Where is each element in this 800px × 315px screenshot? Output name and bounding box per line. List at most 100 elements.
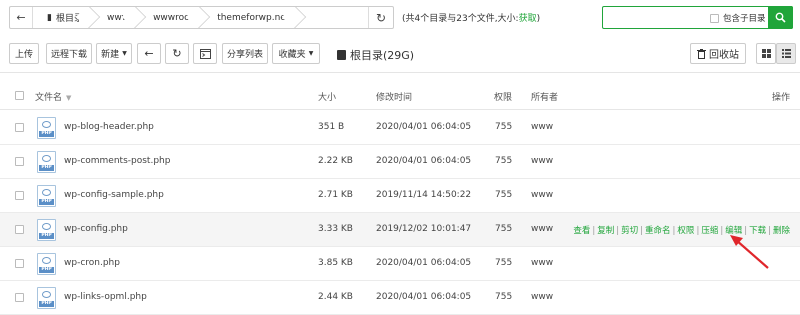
- breadcrumb-www[interactable]: www: [92, 7, 140, 28]
- column-size[interactable]: 大小: [318, 90, 336, 103]
- disk-icon: [337, 50, 346, 60]
- file-mtime: 2020/04/01 06:04:05: [376, 292, 472, 302]
- grid-view-button[interactable]: [756, 43, 776, 64]
- ops-separator: |: [696, 226, 700, 236]
- table-header: 文件名 ▼ 大小 修改时间 权限 所有者 操作: [0, 80, 800, 110]
- include-subdir-checkbox[interactable]: [710, 13, 719, 23]
- file-permission[interactable]: 755: [495, 190, 512, 200]
- php-file-icon: PHP: [37, 117, 56, 139]
- row-checkbox[interactable]: [15, 293, 24, 302]
- file-size: 3.85 KB: [318, 258, 353, 268]
- row-checkbox[interactable]: [15, 225, 24, 234]
- share-list-button[interactable]: 分享列表: [222, 43, 268, 64]
- file-permission[interactable]: 755: [495, 224, 512, 234]
- op-link-3[interactable]: 重命名: [645, 226, 671, 236]
- file-name[interactable]: wp-comments-post.php: [64, 156, 170, 166]
- terminal-icon: [199, 48, 211, 59]
- file-permission[interactable]: 755: [495, 122, 512, 132]
- upload-label: 上传: [14, 50, 33, 60]
- path-bar: ← ▮ 根目录 www wwwroot themeforwp.net ↻: [9, 6, 394, 29]
- breadcrumb-wwwroot[interactable]: wwwroot: [139, 7, 204, 28]
- file-size: 2.71 KB: [318, 190, 353, 200]
- file-permission[interactable]: 755: [495, 258, 512, 268]
- php-file-icon: PHP: [37, 253, 56, 275]
- row-checkbox[interactable]: [15, 191, 24, 200]
- get-size-link[interactable]: 获取: [519, 14, 537, 24]
- file-size: 2.22 KB: [318, 156, 353, 166]
- row-checkbox[interactable]: [15, 259, 24, 268]
- column-mtime[interactable]: 修改时间: [376, 90, 412, 103]
- column-name[interactable]: 文件名 ▼: [35, 90, 71, 103]
- op-link-1[interactable]: 复制: [597, 226, 614, 236]
- search-icon: [775, 12, 786, 23]
- file-size: 3.33 KB: [318, 224, 353, 234]
- op-link-8[interactable]: 删除: [773, 226, 790, 236]
- file-permission[interactable]: 755: [495, 156, 512, 166]
- breadcrumb-label: 根目录: [55, 14, 83, 24]
- ops-separator: |: [592, 226, 596, 236]
- file-type-badge: PHP: [39, 131, 54, 137]
- path-input[interactable]: [299, 7, 368, 28]
- select-all-checkbox[interactable]: [15, 91, 24, 100]
- row-checkbox[interactable]: [15, 157, 24, 166]
- breadcrumb-root[interactable]: ▮ 根目录: [33, 7, 93, 28]
- file-name[interactable]: wp-links-opml.php: [64, 292, 147, 302]
- file-owner: www: [531, 190, 554, 200]
- column-permission[interactable]: 权限: [494, 90, 512, 103]
- file-type-badge: PHP: [39, 267, 54, 273]
- file-name[interactable]: wp-cron.php: [64, 258, 120, 268]
- include-subdir-toggle[interactable]: 包含子目录: [710, 12, 766, 24]
- breadcrumb-label: wwwroot: [153, 12, 194, 23]
- breadcrumb-label: themeforwp.net: [217, 12, 290, 23]
- share-list-label: 分享列表: [226, 50, 263, 60]
- breadcrumb-site[interactable]: themeforwp.net: [203, 7, 300, 28]
- ops-separator: |: [616, 226, 620, 236]
- table-row[interactable]: PHP wp-links-opml.php 2.44 KB 2020/04/01 06…: [0, 281, 800, 315]
- file-name[interactable]: wp-config-sample.php: [64, 190, 164, 200]
- back-button[interactable]: ←: [137, 43, 161, 64]
- new-dropdown-button[interactable]: 新建 ▼: [96, 43, 132, 64]
- disk-selector[interactable]: 根目录(29G): [337, 47, 414, 63]
- file-type-badge: PHP: [39, 199, 54, 205]
- directory-summary: (共4个目录与23个文件,大小:获取): [402, 11, 540, 24]
- table-row[interactable]: PHP wp-cron.php 3.85 KB 2020/04/01 06:04:05…: [0, 247, 800, 281]
- file-owner: www: [531, 258, 554, 268]
- column-owner[interactable]: 所有者: [531, 90, 558, 103]
- search-input[interactable]: 包含子目录: [602, 6, 793, 29]
- row-checkbox[interactable]: [15, 123, 24, 132]
- recycle-label: 回收站: [709, 50, 739, 61]
- op-link-4[interactable]: 权限: [677, 226, 694, 236]
- php-file-icon: PHP: [37, 151, 56, 173]
- terminal-button[interactable]: [193, 43, 217, 64]
- folder-icon: ▮: [47, 12, 52, 23]
- op-link-2[interactable]: 剪切: [621, 226, 638, 236]
- caret-down-icon: ▼: [308, 50, 314, 57]
- search-button[interactable]: [768, 6, 793, 29]
- list-icon: [781, 49, 791, 58]
- favorites-dropdown-button[interactable]: 收藏夹 ▼: [272, 43, 320, 64]
- op-link-0[interactable]: 查看: [573, 226, 590, 236]
- remote-download-label: 远程下载: [50, 50, 87, 60]
- back-arrow-icon[interactable]: ←: [10, 7, 33, 28]
- php-file-icon: PHP: [37, 185, 56, 207]
- table-row[interactable]: PHP wp-comments-post.php 2.22 KB 2020/04/01…: [0, 145, 800, 179]
- refresh-button[interactable]: ↻: [165, 43, 189, 64]
- table-row[interactable]: PHP wp-config.php 3.33 KB 2019/12/02 10:01:…: [0, 213, 800, 247]
- column-operations: 操作: [772, 93, 791, 103]
- table-row[interactable]: PHP wp-config-sample.php 2.71 KB 2019/11/14…: [0, 179, 800, 213]
- file-mtime: 2019/11/14 14:50:22: [376, 190, 472, 200]
- remote-download-button[interactable]: 远程下载: [46, 43, 92, 64]
- file-name[interactable]: wp-config.php: [64, 224, 128, 234]
- list-view-button[interactable]: [776, 43, 796, 64]
- file-permission[interactable]: 755: [495, 292, 512, 302]
- file-mtime: 2020/04/01 06:04:05: [376, 156, 472, 166]
- file-type-badge: PHP: [39, 233, 54, 239]
- breadcrumb-label: www: [106, 12, 130, 23]
- file-size: 2.44 KB: [318, 292, 353, 302]
- ops-separator: |: [640, 226, 644, 236]
- table-row[interactable]: PHP wp-blog-header.php 351 B 2020/04/01 06:…: [0, 111, 800, 145]
- upload-button[interactable]: 上传: [9, 43, 39, 64]
- refresh-icon[interactable]: ↻: [368, 7, 393, 28]
- file-name[interactable]: wp-blog-header.php: [64, 122, 154, 132]
- recycle-bin-button[interactable]: 回收站: [690, 43, 746, 64]
